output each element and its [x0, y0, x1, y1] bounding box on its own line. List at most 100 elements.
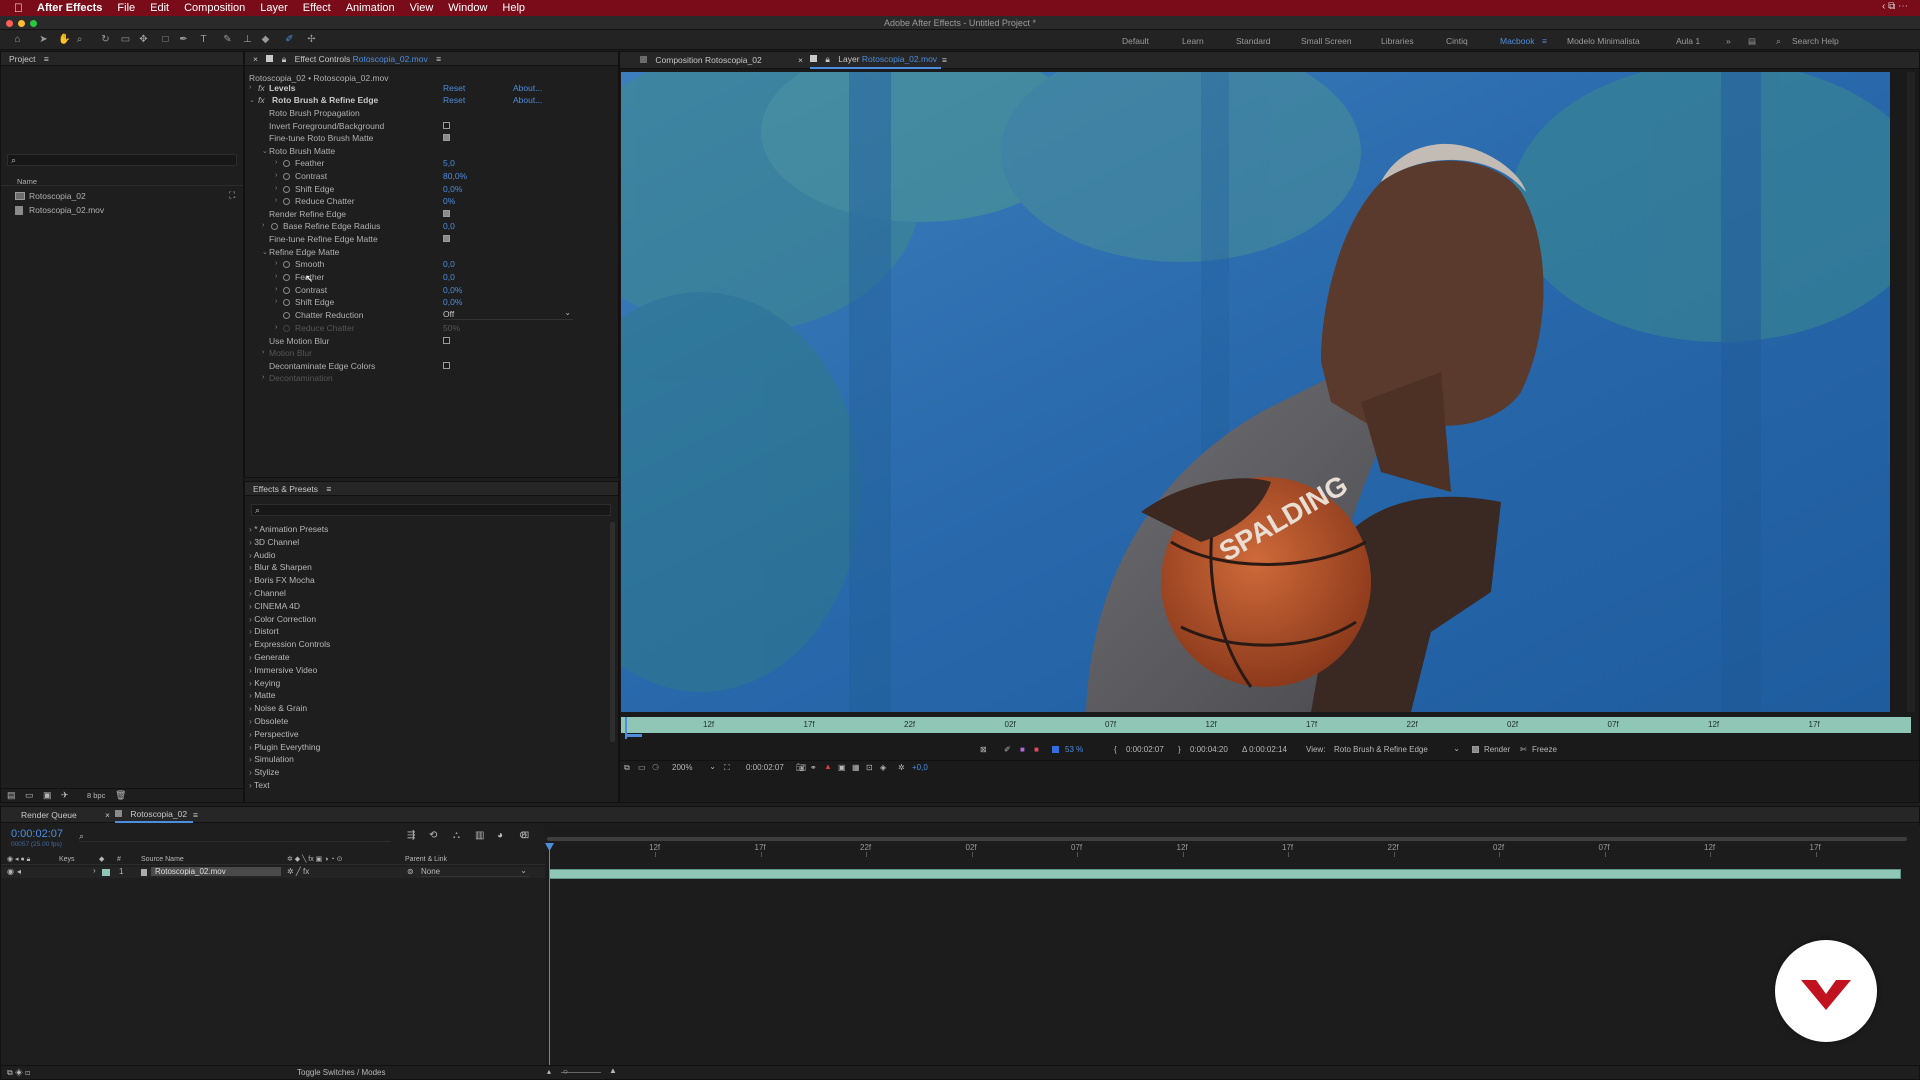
view-dropdown[interactable]: Roto Brush & Refine Edge ⌄: [1334, 744, 1464, 754]
refine-contrast-value[interactable]: 0,0%: [443, 285, 462, 295]
panel-menu-icon[interactable]: ≡: [44, 54, 49, 64]
col-source-name[interactable]: Source Name: [141, 856, 184, 863]
out-point-icon[interactable]: }: [1178, 745, 1181, 754]
tab-render-queue[interactable]: Render Queue: [21, 807, 77, 823]
clone-stamp-tool-icon[interactable]: ⊥: [242, 34, 253, 45]
tab-composition[interactable]: Composition Rotoscopia_02: [640, 52, 762, 69]
invert-fg-bg-checkbox[interactable]: [443, 122, 450, 129]
expand-icon[interactable]: ›: [275, 260, 277, 267]
menu-file[interactable]: File: [117, 2, 135, 14]
menu-app[interactable]: After Effects: [37, 2, 102, 14]
motion-blur-icon[interactable]: ◕: [497, 830, 503, 841]
shy-layers-icon[interactable]: ⛬: [453, 830, 460, 841]
effects-category-item[interactable]: › Channel: [249, 588, 286, 598]
expand-icon[interactable]: ›: [275, 286, 277, 293]
hand-tool-icon[interactable]: ✋: [58, 34, 70, 45]
effects-search-input[interactable]: ⌕: [251, 504, 611, 516]
comp-mini-flowchart-icon[interactable]: ⇶: [407, 830, 415, 841]
pickwhip-icon[interactable]: ⊚: [407, 867, 414, 876]
close-window-button[interactable]: [6, 20, 13, 27]
levels-reset-button[interactable]: Reset: [443, 83, 465, 93]
effects-scrollbar[interactable]: [610, 522, 615, 742]
effects-category-item[interactable]: › Expression Controls: [249, 639, 330, 649]
fx-icon[interactable]: fx: [258, 83, 265, 93]
selection-tool-icon[interactable]: ➤: [38, 34, 49, 45]
menu-help[interactable]: Help: [502, 2, 525, 14]
project-search-input[interactable]: ⌕: [7, 154, 237, 166]
timeline-search-input[interactable]: ⌕: [79, 831, 391, 842]
roto-brush-tool-icon[interactable]: ✐: [284, 34, 295, 45]
mask-visibility-icon[interactable]: ⊡: [866, 763, 873, 772]
search-help-field[interactable]: Search Help: [1792, 36, 1839, 46]
search-help-icon[interactable]: ⌕: [1776, 36, 1781, 47]
show-snapshot-icon[interactable]: ⚭: [810, 763, 817, 772]
effects-category-item[interactable]: › Generate: [249, 652, 290, 662]
viewer-scrollbar[interactable]: [1907, 72, 1915, 712]
effects-category-item[interactable]: › Boris FX Mocha: [249, 575, 315, 585]
effects-category-item[interactable]: › * Animation Presets: [249, 524, 328, 534]
effects-category-item[interactable]: › Noise & Grain: [249, 703, 307, 713]
workspace-layout-icon[interactable]: ▤: [1748, 36, 1756, 47]
param-refine-edge-matte[interactable]: Refine Edge Matte: [269, 247, 339, 257]
pan-behind-tool-icon[interactable]: ✥: [138, 34, 149, 45]
exposure-value[interactable]: +0,0: [912, 763, 928, 772]
zoom-window-button[interactable]: [30, 20, 37, 27]
layer-switches-toggle-icon[interactable]: ⧉ ◈ ⊡: [7, 1068, 30, 1078]
stopwatch-icon[interactable]: [283, 287, 290, 294]
panel-menu-icon[interactable]: ≡: [436, 54, 441, 64]
effects-category-item[interactable]: › Blur & Sharpen: [249, 562, 312, 572]
work-area-bar[interactable]: [547, 837, 1907, 841]
audio-icon[interactable]: ◂: [17, 867, 21, 876]
layer-row[interactable]: ◉ ◂ › 1 Rotoscopia_02.mov ✲ ╱ fx ⊚ None …: [1, 866, 545, 878]
alpha-overlay-icon[interactable]: ■: [1020, 745, 1025, 754]
effect-controls-layer[interactable]: Rotoscopia_02.mov: [353, 54, 428, 64]
more-workspaces-icon[interactable]: »: [1726, 36, 1731, 46]
alpha-boundary-icon[interactable]: ■: [1034, 745, 1039, 754]
stopwatch-icon[interactable]: [283, 299, 290, 306]
zoom-out-icon[interactable]: ▴: [547, 1067, 551, 1076]
project-item-footage[interactable]: Rotoscopia_02.mov: [1, 204, 243, 216]
fine-tune-roto-checkbox[interactable]: [443, 134, 450, 141]
layer-duration-bar[interactable]: [549, 869, 1901, 879]
effects-category-item[interactable]: › Perspective: [249, 729, 299, 739]
fit-icon[interactable]: ⛶: [724, 763, 730, 773]
reduce-chatter-value[interactable]: 0%: [443, 196, 455, 206]
interpret-footage-icon[interactable]: ▤: [7, 790, 16, 801]
effects-category-item[interactable]: › Immersive Video: [249, 665, 317, 675]
effects-category-item[interactable]: › Plugin Everything: [249, 742, 320, 752]
smooth-value[interactable]: 0,0: [443, 259, 455, 269]
monitor-icon[interactable]: ▭: [638, 763, 646, 772]
stopwatch-icon[interactable]: [283, 186, 290, 193]
rotate-tool-icon[interactable]: ↻: [100, 34, 111, 45]
render-refine-edge-checkbox[interactable]: [443, 210, 450, 217]
effects-category-item[interactable]: › 3D Channel: [249, 537, 299, 547]
zoom-tool-icon[interactable]: ⌕: [74, 34, 85, 45]
transparency-grid-icon[interactable]: ▦: [852, 763, 860, 772]
expand-layer-icon[interactable]: ›: [93, 866, 96, 875]
delete-icon[interactable]: 🗑: [115, 790, 126, 801]
brush-tool-icon[interactable]: ✎: [222, 34, 233, 45]
levels-about-button[interactable]: About...: [513, 83, 542, 93]
freeze-button[interactable]: Freeze: [1532, 745, 1557, 754]
bpc-indicator[interactable]: 8 bpc: [87, 791, 105, 800]
stopwatch-icon[interactable]: [283, 198, 290, 205]
menu-window[interactable]: Window: [448, 2, 487, 14]
use-motion-blur-checkbox[interactable]: [443, 337, 450, 344]
effect-controls-title[interactable]: Effect Controls: [295, 54, 351, 64]
project-title[interactable]: Project: [9, 54, 35, 64]
zoom-slider-handle[interactable]: ○: [563, 1067, 568, 1076]
roto-reset-button[interactable]: Reset: [443, 95, 465, 105]
base-refine-edge-radius-value[interactable]: 0,0: [443, 221, 455, 231]
expand-icon[interactable]: ›: [275, 159, 277, 166]
expand-icon[interactable]: ›: [275, 197, 277, 204]
effects-category-item[interactable]: › Stylize: [249, 767, 279, 777]
toggle-switches-modes[interactable]: Toggle Switches / Modes: [297, 1068, 386, 1077]
menu-layer[interactable]: Layer: [260, 2, 288, 14]
workspace-libraries[interactable]: Libraries: [1381, 36, 1414, 46]
rectangle-tool-icon[interactable]: □: [160, 34, 171, 45]
stopwatch-icon[interactable]: [283, 274, 290, 281]
always-preview-icon[interactable]: ⧉: [624, 763, 630, 773]
menu-effect[interactable]: Effect: [303, 2, 331, 14]
eraser-tool-icon[interactable]: ◆: [260, 34, 271, 45]
col-number[interactable]: #: [117, 856, 121, 863]
